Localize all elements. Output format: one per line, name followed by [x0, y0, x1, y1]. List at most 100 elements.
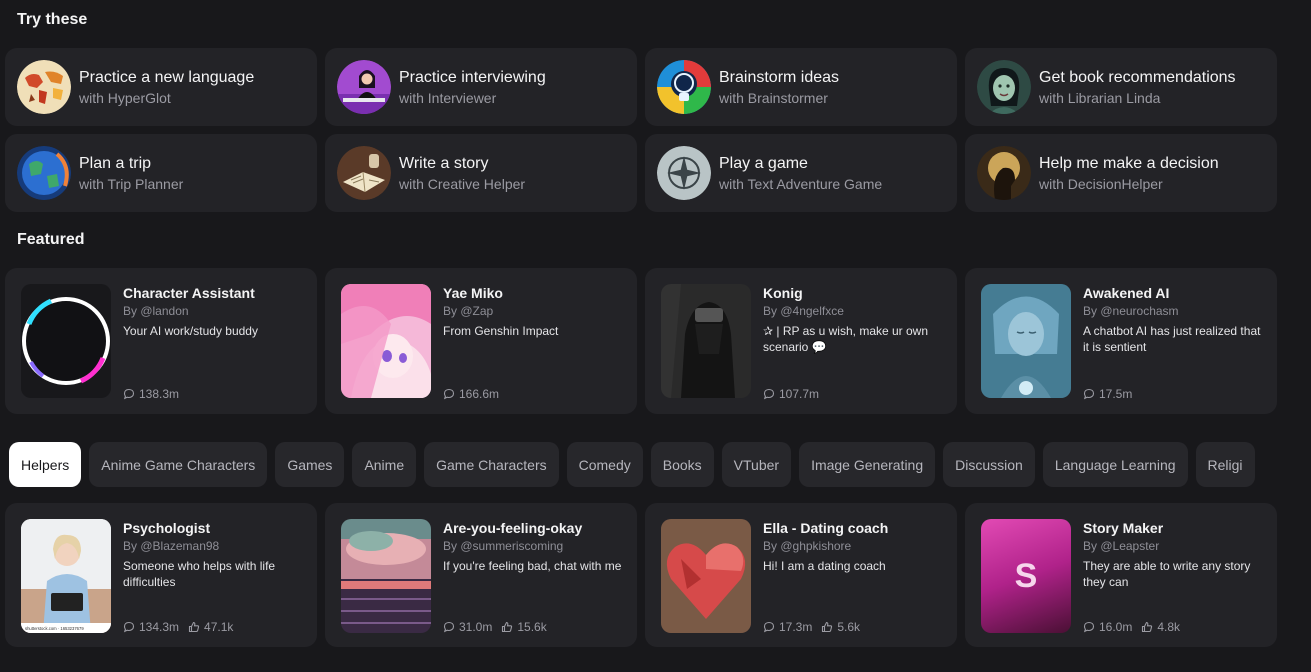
try-card-subtitle: with HyperGlot	[79, 89, 171, 106]
tab-image-generating[interactable]: Image Generating	[799, 442, 936, 487]
tab-religion[interactable]: Religi	[1195, 442, 1255, 487]
character-author: By @neurochasm	[1083, 304, 1179, 318]
try-card-title: Write a story	[399, 154, 489, 172]
awakened-ai-image	[981, 284, 1071, 398]
chat-count: 31.0m	[459, 620, 493, 634]
character-card-ella-dating-coach[interactable]: Ella - Dating coach By @ghpkishore Hi! I…	[645, 503, 957, 647]
character-description: A chatbot AI has just realized that it i…	[1083, 324, 1261, 354]
like-count: 47.1k	[204, 620, 234, 634]
character-name: Ella - Dating coach	[763, 520, 889, 536]
character-description: ✰ | RP as u wish, make ur own scenario 💬	[763, 324, 929, 354]
character-description: They are able to write any story they ca…	[1083, 559, 1251, 589]
story-maker-image: S	[981, 519, 1071, 633]
character-name: Awakened AI	[1083, 285, 1170, 301]
chat-bubble-icon	[763, 621, 775, 633]
character-author: By @ghpkishore	[763, 539, 852, 553]
world-map-avatar	[17, 60, 71, 114]
tab-games[interactable]: Games	[275, 442, 345, 487]
character-description: Someone who helps with life difficulties	[123, 559, 276, 589]
try-card-subtitle: with Librarian Linda	[1039, 89, 1161, 106]
character-name: Are-you-feeling-okay	[443, 520, 583, 536]
character-stats: 134.3m 47.1k	[123, 620, 233, 634]
character-name: Psychologist	[123, 520, 211, 536]
tab-anime-game-characters[interactable]: Anime Game Characters	[89, 442, 268, 487]
chat-bubble-icon	[1083, 621, 1095, 633]
thumbs-up-icon	[822, 621, 833, 633]
chat-count: 166.6m	[459, 387, 500, 401]
thumbs-up-icon	[1142, 621, 1153, 633]
tab-comedy[interactable]: Comedy	[566, 442, 643, 487]
character-author: By @summeriscoming	[443, 539, 564, 553]
character-card-yae-miko[interactable]: Yae Miko By @Zap From Genshin Impact 166…	[325, 268, 637, 414]
character-card-character-assistant[interactable]: Character Assistant By @landon Your AI w…	[5, 268, 317, 414]
character-description: From Genshin Impact	[443, 324, 559, 338]
try-card-plan-trip[interactable]: Plan a trip with Trip Planner	[5, 134, 317, 212]
character-stats: 17.3m 5.6k	[763, 620, 860, 634]
try-card-title: Plan a trip	[79, 154, 152, 172]
character-name: Story Maker	[1083, 520, 1164, 536]
try-card-decision[interactable]: Help me make a decision with DecisionHel…	[965, 134, 1277, 212]
tab-vtuber[interactable]: VTuber	[721, 442, 792, 487]
like-count: 4.8k	[1157, 620, 1181, 634]
try-card-subtitle: with DecisionHelper	[1039, 175, 1163, 192]
character-stats: 16.0m 4.8k	[1083, 620, 1180, 634]
librarian-avatar	[977, 60, 1031, 114]
category-tabs: Helpers Anime Game Characters Games Anim…	[9, 442, 1277, 487]
featured-heading: Featured	[17, 231, 85, 248]
try-card-practice-language[interactable]: Practice a new language with HyperGlot	[5, 48, 317, 126]
chat-count: 134.3m	[139, 620, 180, 634]
featured-grid: Character Assistant By @landon Your AI w…	[5, 268, 1277, 414]
chat-bubble-icon	[443, 621, 455, 633]
tab-anime[interactable]: Anime	[352, 442, 417, 487]
like-count: 5.6k	[837, 620, 861, 634]
chat-count: 17.5m	[1099, 387, 1133, 401]
tab-books[interactable]: Books	[650, 442, 714, 487]
character-card-are-you-feeling-okay[interactable]: Are-you-feeling-okay By @summeriscoming …	[325, 503, 637, 647]
thumbs-up-icon	[188, 621, 200, 633]
chat-bubble-icon	[123, 388, 135, 400]
globe-avatar	[17, 146, 71, 200]
chat-count: 17.3m	[779, 620, 813, 634]
character-card-konig[interactable]: Konig By @4ngelfxce ✰ | RP as u wish, ma…	[645, 268, 957, 414]
character-author: By @Blazeman98	[123, 539, 220, 553]
lightbulb-avatar	[657, 60, 711, 114]
chat-bubble-icon	[1083, 388, 1095, 400]
yae-miko-image	[341, 284, 431, 398]
chat-count: 16.0m	[1099, 620, 1133, 634]
try-card-write-story[interactable]: Write a story with Creative Helper	[325, 134, 637, 212]
are-you-feeling-okay-image	[341, 519, 431, 633]
stock-watermark: shutterstock.com · 1653237679	[25, 626, 84, 631]
helpers-grid: shutterstock.com · 1653237679 Psychologi…	[5, 503, 1277, 647]
like-count: 15.6k	[517, 620, 547, 634]
try-card-subtitle: with Trip Planner	[79, 175, 184, 192]
character-name: Yae Miko	[443, 285, 503, 301]
character-stats: 17.5m	[1083, 387, 1132, 401]
try-card-book-recommendations[interactable]: Get book recommendations with Librarian …	[965, 48, 1277, 126]
tab-game-characters[interactable]: Game Characters	[424, 442, 559, 487]
chat-bubble-icon	[123, 621, 135, 633]
try-card-play-game[interactable]: Play a game with Text Adventure Game	[645, 134, 957, 212]
try-card-title: Help me make a decision	[1039, 154, 1219, 172]
character-card-story-maker[interactable]: S Story Maker By @Leapster They are able…	[965, 503, 1277, 647]
try-card-subtitle: with Text Adventure Game	[719, 175, 883, 192]
character-description: Your AI work/study buddy	[123, 324, 258, 338]
thinker-avatar	[977, 146, 1031, 200]
try-card-practice-interviewing[interactable]: Practice interviewing with Interviewer	[325, 48, 637, 126]
character-assistant-image	[21, 284, 111, 398]
try-card-title: Practice interviewing	[399, 68, 546, 86]
character-card-awakened-ai[interactable]: Awakened AI By @neurochasm A chatbot AI …	[965, 268, 1277, 414]
tab-discussion[interactable]: Discussion	[943, 442, 1035, 487]
chat-bubble-icon	[443, 388, 455, 400]
thumbs-up-icon	[502, 621, 513, 633]
character-card-psychologist[interactable]: shutterstock.com · 1653237679 Psychologi…	[5, 503, 317, 647]
tab-language-learning[interactable]: Language Learning	[1042, 442, 1188, 487]
try-card-brainstorm[interactable]: Brainstorm ideas with Brainstormer	[645, 48, 957, 126]
tab-helpers[interactable]: Helpers	[9, 442, 82, 487]
try-card-subtitle: with Interviewer	[399, 89, 497, 106]
try-these-grid: Practice a new language with HyperGlot P…	[5, 48, 1277, 212]
character-author: By @4ngelfxce	[763, 304, 844, 318]
interviewer-avatar	[337, 60, 391, 114]
character-stats: 107.7m	[763, 387, 819, 401]
character-stats: 138.3m	[123, 387, 179, 401]
character-description: If you're feeling bad, chat with me	[443, 559, 622, 573]
